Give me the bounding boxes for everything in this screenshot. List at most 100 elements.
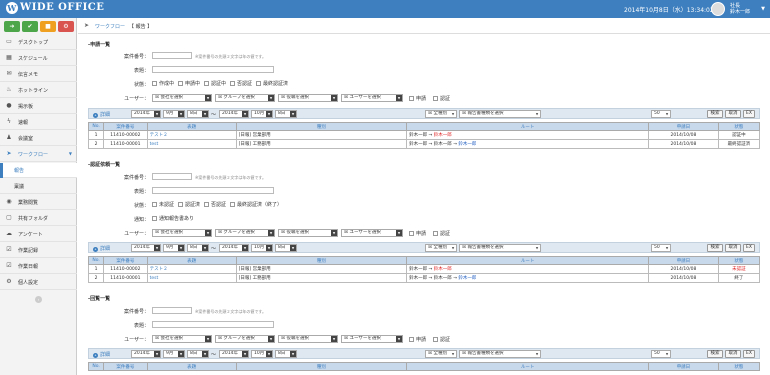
sidebar-item-settings[interactable]: ⚙ 個人設定 (0, 275, 77, 290)
to-year-select[interactable]: 2014年 (219, 350, 249, 358)
from-month-select[interactable]: 9月 (163, 350, 185, 358)
from-year-select[interactable]: 2014年 (131, 244, 161, 252)
position-select[interactable]: ☒ 役職を選択 (278, 94, 338, 102)
report-type-select[interactable]: ☒ 報告書種類を選択 (459, 110, 541, 118)
table-row[interactable]: 1 11410-00002 テスト２ [日報] 営業部用 鈴木一郎 → 鈴木一郎… (87, 130, 761, 140)
cell-title[interactable]: test (146, 139, 237, 149)
case-no-input[interactable] (152, 173, 192, 180)
export-button[interactable]: EX (743, 244, 755, 252)
quick-arrow-icon[interactable]: ➜ (4, 21, 20, 32)
title-link[interactable]: test (150, 276, 159, 281)
quick-check-icon[interactable]: ✔ (22, 21, 38, 32)
approve-checkbox[interactable]: 認証 (433, 230, 450, 237)
to-month-select[interactable]: 10月 (251, 244, 273, 252)
sidebar-item-ringi[interactable]: 稟議 (0, 179, 77, 194)
from-day-select[interactable]: 8日 (187, 110, 209, 118)
sidebar-item-hotline[interactable]: ♨ ホットライン (0, 83, 77, 98)
user-select[interactable]: ☒ ユーザーを選択 (341, 94, 403, 102)
table-row[interactable]: 1 11410-00002 テスト２ [日報] 営業部用 鈴木一郎 → 鈴木一郎… (87, 264, 761, 274)
app-logo[interactable]: W WIDE OFFICE (6, 2, 104, 14)
from-day-select[interactable]: 8日 (187, 350, 209, 358)
to-year-select[interactable]: 2014年 (219, 110, 249, 118)
category-select[interactable]: ☒ 全種別 (425, 244, 457, 252)
approve-checkbox[interactable]: 認証 (433, 95, 450, 102)
to-day-select[interactable]: 8日 (275, 244, 297, 252)
detail-toggle[interactable]: + 詳細 (93, 351, 110, 358)
status-checkbox-unapproved[interactable]: 未認証 (152, 201, 174, 208)
quick-folder-icon[interactable]: ■ (40, 21, 56, 32)
position-select[interactable]: ☒ 役職を選択 (278, 229, 338, 237)
report-type-select[interactable]: ☒ 報告書種類を選択 (459, 350, 541, 358)
sidebar-item-meeting[interactable]: ♟ 会議室 (0, 131, 77, 146)
status-checkbox-applying[interactable]: 申請中 (178, 80, 200, 87)
collapse-sidebar-icon[interactable]: ‹ (35, 296, 42, 303)
sidebar-item-shared-folder[interactable]: ▢ 共有フォルダ (0, 211, 77, 226)
status-checkbox-rejected[interactable]: 否認証 (230, 80, 252, 87)
detail-toggle[interactable]: + 詳細 (93, 245, 110, 252)
user-menu[interactable]: 社長 鈴木一郎 ▼ (709, 1, 770, 17)
group-select[interactable]: ☒ グループを選択 (215, 335, 275, 343)
status-checkbox-approved[interactable]: 認証済 (178, 201, 200, 208)
to-day-select[interactable]: 8日 (275, 110, 297, 118)
approve-checkbox[interactable]: 認証 (433, 336, 450, 343)
user-select[interactable]: ☒ ユーザーを選択 (341, 335, 403, 343)
request-checkbox[interactable]: 申請 (409, 230, 426, 237)
to-month-select[interactable]: 10月 (251, 110, 273, 118)
export-button[interactable]: EX (743, 110, 755, 118)
group-select[interactable]: ☒ グループを選択 (215, 94, 275, 102)
group-select[interactable]: ☒ グループを選択 (215, 229, 275, 237)
notify-checkbox[interactable]: 通知報告書あり (152, 215, 194, 222)
page-size-select[interactable]: 50 (651, 244, 671, 252)
clear-button[interactable]: 取消 (725, 110, 741, 118)
category-select[interactable]: ☒ 全種別 (425, 350, 457, 358)
status-checkbox-final[interactable]: 最終認証済 (256, 80, 288, 87)
breadcrumb-link-workflow[interactable]: ワークフロー (95, 23, 125, 30)
table-row[interactable]: 2 11410-00001 test [日報] 工務部用 鈴木一郎 → 鈴木一郎… (87, 273, 761, 283)
user-select[interactable]: ☒ ユーザーを選択 (341, 229, 403, 237)
sidebar-item-memo[interactable]: ✉ 伝言メモ (0, 67, 77, 82)
from-month-select[interactable]: 9月 (163, 110, 185, 118)
table-row[interactable]: 2 11410-00001 test [日報] 工務部用 鈴木一郎 → 鈴木一郎… (87, 139, 761, 149)
sidebar-item-business[interactable]: ◉ 業務閲覧 (0, 195, 77, 210)
to-year-select[interactable]: 2014年 (219, 244, 249, 252)
sidebar-item-work-record[interactable]: ☑ 作業記録 (0, 243, 77, 258)
from-month-select[interactable]: 9月 (163, 244, 185, 252)
from-day-select[interactable]: 8日 (187, 244, 209, 252)
search-button[interactable]: 検索 (707, 350, 723, 358)
sidebar-item-report[interactable]: 報告 (0, 163, 77, 178)
search-button[interactable]: 検索 (707, 244, 723, 252)
category-select[interactable]: ☒ 全種別 (425, 110, 457, 118)
request-checkbox[interactable]: 申請 (409, 95, 426, 102)
export-button[interactable]: EX (743, 350, 755, 358)
from-year-select[interactable]: 2014年 (131, 350, 161, 358)
case-no-input[interactable] (152, 307, 192, 314)
quick-gear-icon[interactable]: ⚙ (58, 21, 74, 32)
title-input[interactable] (152, 66, 274, 73)
to-day-select[interactable]: 8日 (275, 350, 297, 358)
case-no-input[interactable] (152, 52, 192, 59)
cell-title[interactable]: テスト２ (146, 264, 237, 274)
status-checkbox-rejected[interactable]: 否認証 (204, 201, 226, 208)
request-checkbox[interactable]: 申請 (409, 336, 426, 343)
page-size-select[interactable]: 50 (651, 110, 671, 118)
report-type-select[interactable]: ☒ 報告書種類を選択 (459, 244, 541, 252)
page-size-select[interactable]: 50 (651, 350, 671, 358)
search-button[interactable]: 検索 (707, 110, 723, 118)
sidebar-item-schedule[interactable]: ▦ スケジュール (0, 51, 77, 66)
title-input[interactable] (152, 187, 274, 194)
title-input[interactable] (152, 321, 274, 328)
detail-toggle[interactable]: + 詳細 (93, 111, 110, 118)
title-link[interactable]: テスト２ (150, 267, 168, 272)
cell-title[interactable]: テスト２ (146, 130, 237, 140)
sidebar-item-board[interactable]: ● 掲示板 (0, 99, 77, 114)
clear-button[interactable]: 取消 (725, 350, 741, 358)
sidebar-item-desktop[interactable]: ▭ デスクトップ (0, 35, 77, 50)
position-select[interactable]: ☒ 役職を選択 (278, 335, 338, 343)
title-link[interactable]: テスト２ (150, 133, 168, 138)
status-checkbox-approving[interactable]: 認証中 (204, 80, 226, 87)
to-month-select[interactable]: 10月 (251, 350, 273, 358)
cell-title[interactable]: test (146, 273, 237, 283)
status-checkbox-final-end[interactable]: 最終認証済（終了） (230, 201, 282, 208)
company-select[interactable]: ☒ 会社を選択 (152, 94, 212, 102)
status-checkbox-draft[interactable]: 作成中 (152, 80, 174, 87)
